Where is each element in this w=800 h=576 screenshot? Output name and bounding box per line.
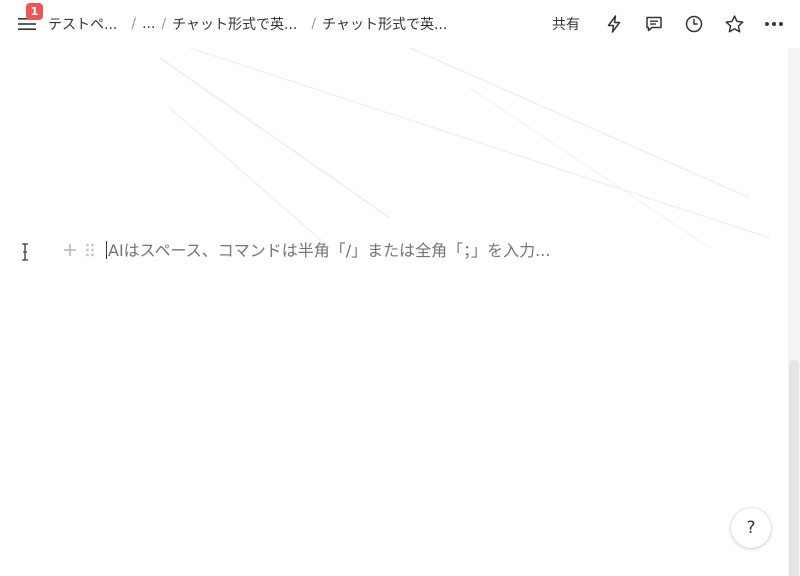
breadcrumb-item-test-page[interactable]: テストペ...: [48, 14, 117, 34]
breadcrumb-item-ellipsis[interactable]: ...: [142, 16, 155, 32]
editor-block: [60, 236, 668, 264]
favorite-button[interactable]: [720, 10, 748, 38]
breadcrumb-separator: /: [161, 16, 167, 32]
breadcrumb-separator: /: [131, 16, 137, 32]
ibeam-cursor-icon: [22, 243, 28, 261]
clock-icon: [685, 15, 703, 33]
plus-icon: [64, 244, 76, 256]
breadcrumb-separator: /: [311, 16, 317, 32]
help-button[interactable]: ?: [731, 508, 771, 548]
editor-input[interactable]: [108, 240, 668, 260]
sidebar-toggle-button[interactable]: 1: [16, 3, 43, 35]
comment-icon: [646, 16, 662, 32]
top-actions: 共有: [552, 10, 788, 38]
scrollbar-thumb[interactable]: [789, 360, 799, 576]
breadcrumb-item-chat-current[interactable]: チャット形式で英...: [322, 14, 447, 34]
add-block-button[interactable]: [60, 238, 80, 262]
history-button[interactable]: [680, 10, 708, 38]
updates-button[interactable]: [600, 10, 628, 38]
more-icon: [765, 22, 783, 26]
drag-handle-icon: [86, 243, 94, 257]
top-bar: 1 テストペ... / ... / チャット形式で英... / チャット形式で英…: [0, 0, 800, 48]
notification-badge: 1: [26, 3, 43, 20]
more-options-button[interactable]: [760, 10, 788, 38]
drag-handle-button[interactable]: [80, 238, 100, 262]
text-caret: [106, 241, 107, 259]
lightning-icon: [607, 15, 621, 33]
share-button[interactable]: 共有: [552, 14, 580, 34]
background-decoration: [159, 48, 770, 249]
comments-button[interactable]: [640, 10, 668, 38]
breadcrumb-item-chat-parent[interactable]: チャット形式で英...: [172, 14, 297, 34]
breadcrumb: テストペ... / ... / チャット形式で英... / チャット形式で英..…: [48, 14, 447, 34]
star-icon: [724, 14, 744, 32]
